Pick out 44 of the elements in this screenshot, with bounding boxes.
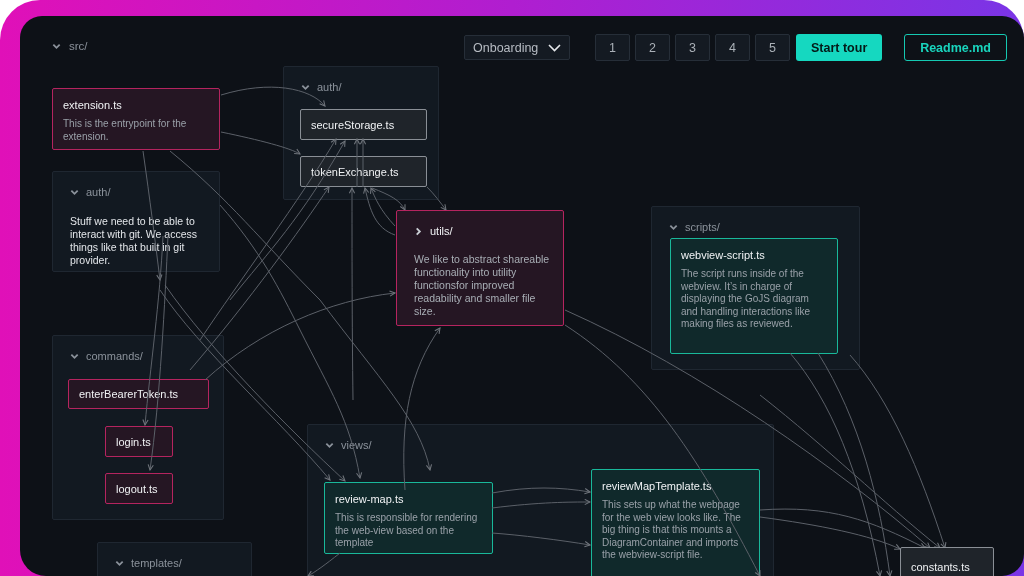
file-node[interactable]: webview-script.ts The script runs inside of the webview. It’s in charge of displaying the GoJS diagram and handling interactions like making files as reviewed. [670,238,838,354]
file-name: login.ts [116,434,151,449]
file-name: logout.ts [116,481,158,496]
file-name: constants.ts [911,560,970,574]
file-name: extension.ts [63,98,123,112]
file-description: This sets up what the webpage for the web view looks like. The big thing is that this mounts a DiagramContainer and imports the webview-script file. [602,499,742,562]
step-button[interactable]: 5 [755,34,790,61]
file-node[interactable]: extension.ts This is the entrypoint for the extension. [52,88,220,150]
folder-description: Stuff we need to be able to interact with git. We access things like that built in git provider. [70,215,199,267]
folder-label: src/ [69,40,88,52]
file-name: review-map.ts [335,492,405,506]
folder-label: auth/ [317,81,342,93]
file-node[interactable]: secureStorage.ts [300,109,427,140]
start-tour-button[interactable]: Start tour [796,34,883,61]
file-name: webview-script.ts [681,248,766,262]
file-node[interactable]: login.ts [105,426,173,457]
file-name: reviewMapTemplate.ts [602,479,713,493]
file-node[interactable]: review-map.ts This is responsible for rendering the web-view based on the template [324,482,493,554]
folder-description: We like to abstract shareable functionality into utility functionsfor improved readability and smaller file size. [414,253,551,318]
folder-label: commands/ [86,350,143,362]
folder-label: utils/ [430,225,453,237]
file-node[interactable]: logout.ts [105,473,173,504]
file-name: tokenExchange.ts [311,164,399,179]
file-description: The script runs inside of the webview. It’s in charge of displaying the GoJS diagram and handling interactions like making files as reviewed. [681,268,811,331]
file-node[interactable]: tokenExchange.ts [300,156,427,187]
tour-dropdown[interactable]: Onboarding [464,35,570,60]
chevron-right-icon[interactable] [414,226,423,236]
file-description: This is the entrypoint for the extension. [63,118,188,143]
folder-label: templates/ [131,557,182,569]
file-name: secureStorage.ts [311,117,395,132]
file-name: enterBearerToken.ts [79,387,179,401]
readme-button[interactable]: Readme.md [904,34,1007,61]
file-description: This is responsible for rendering the web-view based on the template [335,512,479,550]
step-button[interactable]: 1 [595,34,630,61]
step-button[interactable]: 2 [635,34,670,61]
folder-label: views/ [341,439,372,451]
folder-label: auth/ [86,186,111,198]
step-button[interactable]: 4 [715,34,750,61]
file-node[interactable]: constants.ts [900,547,994,576]
step-button[interactable]: 3 [675,34,710,61]
folder-label: scripts/ [685,221,720,233]
chevron-down-icon [548,43,561,52]
file-node[interactable]: enterBearerToken.ts [68,379,209,409]
file-node[interactable]: reviewMapTemplate.ts This sets up what the webpage for the web view looks like. The big thing is that this mounts a DiagramContainer and imports the webview-script file. [591,469,760,576]
